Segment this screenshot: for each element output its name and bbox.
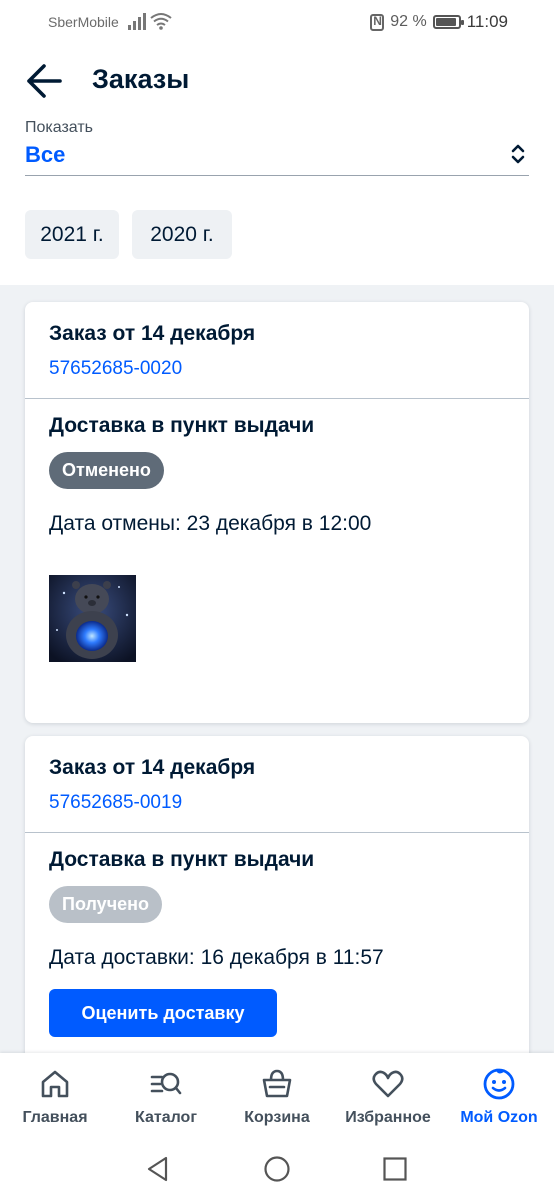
heart-icon	[372, 1070, 404, 1098]
nav-item-cart[interactable]: Корзина	[222, 1053, 332, 1135]
battery-level	[435, 18, 456, 26]
order-number-link[interactable]: 57652685-0020	[49, 358, 182, 380]
nav-label: Корзина	[244, 1109, 310, 1126]
catalog-search-icon	[150, 1072, 182, 1095]
recents-square-icon[interactable]	[381, 1155, 409, 1183]
bottom-nav: Главная Каталог Корзина Избранное Мой Oz…	[0, 1053, 554, 1135]
order-card[interactable]: Заказ от 14 декабря 57652685-0020 Достав…	[25, 302, 529, 723]
status-badge: Отменено	[49, 452, 164, 489]
nav-item-home[interactable]: Главная	[0, 1053, 110, 1135]
nav-item-catalog[interactable]: Каталог	[111, 1053, 221, 1135]
wifi-icon	[150, 13, 172, 30]
nav-label: Каталог	[135, 1109, 197, 1126]
status-bar: SberMobile 92 % 11:09	[0, 0, 554, 44]
page-title: Заказы	[92, 64, 190, 94]
cancel-date: Дата отмены: 23 декабря в 12:00	[49, 512, 372, 535]
order-title: Заказ от 14 декабря	[49, 756, 256, 779]
divider	[25, 832, 529, 833]
rate-delivery-button[interactable]: Оценить доставку	[49, 989, 277, 1037]
basket-icon	[262, 1069, 292, 1098]
status-badge: Получено	[49, 886, 163, 923]
clock: 11:09	[466, 12, 508, 31]
home-circle-icon[interactable]	[263, 1155, 291, 1183]
battery-percent: 92 %	[390, 13, 427, 30]
nav-label: Главная	[22, 1109, 88, 1126]
delivery-date: Дата доставки: 16 декабря в 11:57	[49, 946, 384, 969]
order-title: Заказ от 14 декабря	[49, 322, 256, 345]
divider	[25, 398, 529, 399]
year-chip-2020[interactable]: 2020 г.	[132, 210, 232, 259]
delivery-type: Доставка в пункт выдачи	[49, 414, 315, 437]
order-number-link[interactable]: 57652685-0019	[49, 792, 182, 814]
nfc-icon	[370, 13, 385, 31]
signal-icon	[128, 13, 146, 30]
filter-label: Показать	[25, 119, 94, 136]
nav-label: Мой Ozon	[460, 1109, 538, 1126]
filter-select[interactable]: Все	[25, 140, 529, 176]
product-thumbnail[interactable]	[49, 575, 136, 662]
nav-item-favorites[interactable]: Избранное	[333, 1053, 443, 1135]
filter-value: Все	[25, 142, 66, 167]
status-right: 92 % 11:09	[370, 12, 508, 32]
battery-icon	[432, 15, 464, 29]
arrow-left-icon[interactable]	[24, 62, 64, 100]
nav-label: Избранное	[345, 1109, 431, 1126]
smiley-icon	[483, 1068, 515, 1100]
teddy-bear-image	[49, 575, 136, 662]
order-card[interactable]: Заказ от 14 декабря 57652685-0019 Достав…	[25, 736, 529, 1066]
delivery-type: Доставка в пункт выдачи	[49, 848, 315, 871]
system-nav	[0, 1135, 554, 1200]
chevron-up-down-icon	[511, 144, 525, 164]
back-triangle-icon[interactable]	[144, 1155, 172, 1183]
carrier-name: SberMobile	[48, 14, 119, 30]
year-chip-2021[interactable]: 2021 г.	[25, 210, 119, 259]
nav-item-my-ozon[interactable]: Мой Ozon	[444, 1053, 554, 1135]
home-icon	[41, 1070, 69, 1098]
